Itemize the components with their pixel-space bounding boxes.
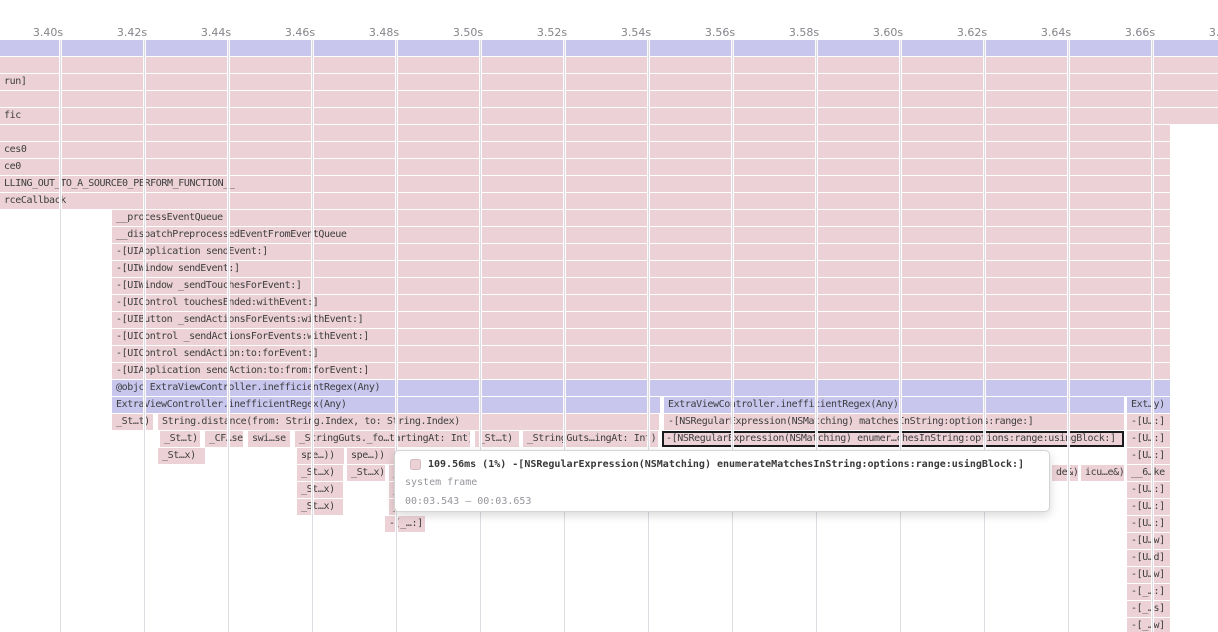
- stack-frame-bar[interactable]: -[U…d]: [1127, 550, 1170, 566]
- stack-frame-bar[interactable]: __dispatchPreprocessedEventFromEventQueu…: [112, 227, 1170, 243]
- stack-frame-bar[interactable]: -[UIWindow sendEvent:]: [112, 261, 1170, 277]
- stack-frame-bar[interactable]: _StringGuts._fo…tartingAt: Int): [295, 431, 470, 447]
- time-label: 3.52s: [517, 26, 587, 39]
- time-ruler[interactable]: 3.40s 3.42s 3.44s 3.46s 3.48s 3.50s 3.52s 3.54s…: [0, 0, 1218, 40]
- time-label: 3.48s: [349, 26, 419, 39]
- stack-frame-bar[interactable]: -[U…:]: [1127, 431, 1170, 447]
- stack-frame-bar[interactable]: [0, 40, 1218, 56]
- tooltip-subtitle: system frame: [405, 477, 1039, 490]
- stack-frame-bar[interactable]: LLING_OUT_TO_A_SOURCE0_PERFORM_FUNCTION_…: [0, 176, 1170, 192]
- flame-graph: run] fic ces0ce0LLING_OUT_TO_A_SOURCE0_PER…: [0, 0, 1218, 632]
- time-label: 3.40s: [13, 26, 83, 39]
- time-label: 3.42s: [97, 26, 167, 39]
- time-label: 3.46s: [265, 26, 335, 39]
- time-label: 3.62s: [937, 26, 1007, 39]
- tooltip-title: 109.56ms (1%) -[NSRegularExpression(NSMa…: [428, 459, 1024, 470]
- stack-frame-bar[interactable]: [0, 91, 1218, 107]
- stack-frame-bar[interactable]: _St…x): [347, 465, 385, 481]
- stack-frame-bar[interactable]: rceCallback: [0, 193, 1170, 209]
- time-label: 3.68s: [1189, 26, 1218, 39]
- stack-frame-bar[interactable]: ce0: [0, 159, 1170, 175]
- stack-frame-bar[interactable]: -[UIApplication sendAction:to:from:forEv…: [112, 363, 1170, 379]
- tooltip-color-swatch: [410, 459, 421, 470]
- stack-frame-bar[interactable]: run]: [0, 74, 1218, 90]
- stack-frame-bar[interactable]: ExtraViewController.inefficientRegex(Any…: [112, 397, 660, 413]
- stack-frame-bar[interactable]: fic: [0, 108, 1218, 124]
- stack-frame-bar[interactable]: -[U…:]: [1127, 482, 1170, 498]
- stack-frame-bar[interactable]: -[U…:]: [1127, 499, 1170, 515]
- stack-frame-bar[interactable]: _St…x): [158, 448, 205, 464]
- stack-frame-bar[interactable]: de&): [1052, 465, 1078, 481]
- time-label: 3.50s: [433, 26, 503, 39]
- stack-frame-bar[interactable]: [0, 57, 1218, 73]
- stack-frame-bar[interactable]: [0, 125, 1170, 141]
- stack-frame-bar[interactable]: -[UIControl sendAction:to:forEvent:]: [112, 346, 1170, 362]
- stack-frame-bar[interactable]: __processEventQueue: [112, 210, 1170, 226]
- stack-frame-bar[interactable]: _CF…se: [205, 431, 243, 447]
- stack-frame-bar[interactable]: @objc ExtraViewController.inefficientReg…: [112, 380, 1170, 396]
- stack-frame-bar[interactable]: _StringGuts…ingAt: Int): [523, 431, 658, 447]
- stack-frame-bar[interactable]: -[U…:]: [1127, 448, 1170, 464]
- stack-frame-bar[interactable]: -[U…w]: [1127, 567, 1170, 583]
- stack-frame-bar[interactable]: _St…x): [297, 465, 343, 481]
- stack-frame-bar[interactable]: -[UIButton _sendActionsForEvents:withEve…: [112, 312, 1170, 328]
- stack-frame-bar[interactable]: Ext…y): [1127, 397, 1170, 413]
- stack-frame-bar[interactable]: _St…x): [297, 499, 343, 515]
- tooltip-title-row: 109.56ms (1%) -[NSRegularExpression(NSMa…: [410, 457, 1039, 471]
- time-label: 3.56s: [685, 26, 755, 39]
- instruments-flame-chart-view: run] fic ces0ce0LLING_OUT_TO_A_SOURCE0_PER…: [0, 0, 1218, 632]
- time-label: 3.64s: [1021, 26, 1091, 39]
- stack-frame-bar[interactable]: String.distance(from: String.Index, to: …: [158, 414, 659, 430]
- stack-frame-bar[interactable]: ces0: [0, 142, 1170, 158]
- stack-frame-bar[interactable]: -[NSRegularExpression(NSMatching) matche…: [664, 414, 1124, 430]
- stack-frame-bar[interactable]: -[_…w]: [1127, 618, 1170, 632]
- stack-frame-bar[interactable]: _St…t): [160, 431, 200, 447]
- time-label: 3.54s: [601, 26, 671, 39]
- time-label: 3.60s: [853, 26, 923, 39]
- stack-frame-bar[interactable]: -[UIControl touchesEnded:withEvent:]: [112, 295, 1170, 311]
- stack-frame-bar[interactable]: _St…t): [112, 414, 153, 430]
- stack-frame-bar[interactable]: spe…)): [347, 448, 389, 464]
- time-label: 3.44s: [181, 26, 251, 39]
- time-label: 3.66s: [1105, 26, 1175, 39]
- stack-frame-bar[interactable]: -[UIWindow _sendTouchesForEvent:]: [112, 278, 1170, 294]
- stack-frame-bar[interactable]: icu…e&): [1081, 465, 1124, 481]
- stack-frame-bar[interactable]: -[U…:]: [1127, 516, 1170, 532]
- stack-frame-bar[interactable]: -[U…:]: [1127, 414, 1170, 430]
- stack-frame-bar[interactable]: spe…)): [297, 448, 344, 464]
- stack-frame-bar[interactable]: __6…ke: [1127, 465, 1170, 481]
- stack-frame-bar[interactable]: -[_…:]: [1127, 584, 1170, 600]
- stack-frame-bar[interactable]: _St…t): [475, 431, 519, 447]
- stack-frame-bar[interactable]: -[U…w]: [1127, 533, 1170, 549]
- stack-frame-bar[interactable]: -[_…:]: [385, 516, 425, 532]
- stack-frame-bar[interactable]: ExtraViewController.inefficientRegex(Any…: [664, 397, 1124, 413]
- stack-frame-bar[interactable]: swi…se: [248, 431, 290, 447]
- stack-frame-bar[interactable]: -[UIApplication sendEvent:]: [112, 244, 1170, 260]
- time-label: 3.58s: [769, 26, 839, 39]
- stack-frame-bar[interactable]: _St…x): [297, 482, 343, 498]
- selected-stack-frame-bar[interactable]: -[NSRegularExpression(NSMatching) enumer…: [662, 431, 1124, 447]
- tooltip-time-range: 00:03.543 — 00:03.653: [405, 496, 1039, 509]
- stack-frame-bar[interactable]: -[UIControl _sendActionsForEvents:withEv…: [112, 329, 1170, 345]
- stack-frame-bar[interactable]: -[_…s]: [1127, 601, 1170, 617]
- frame-tooltip: 109.56ms (1%) -[NSRegularExpression(NSMa…: [394, 450, 1050, 512]
